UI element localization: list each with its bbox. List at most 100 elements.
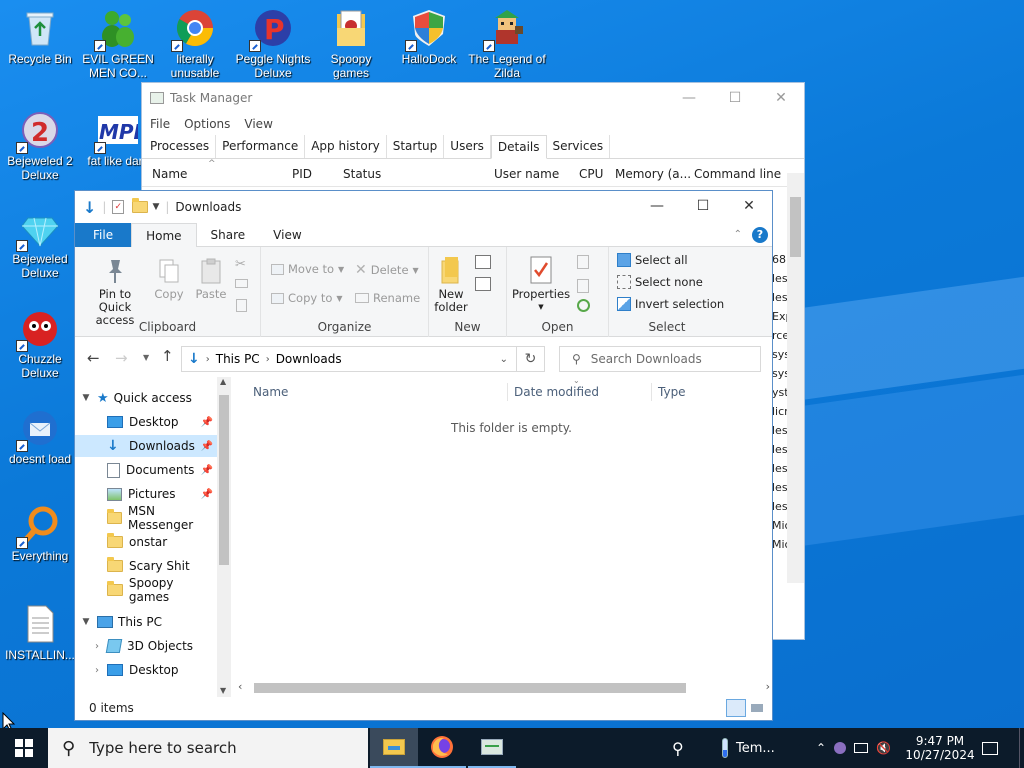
- ribbon-tab-file[interactable]: File: [75, 222, 132, 247]
- copy-button[interactable]: Copy: [151, 257, 187, 301]
- scrollbar-thumb[interactable]: [254, 683, 686, 693]
- desktop-icon-bejeweled-2[interactable]: 2 Bejeweled 2 Deluxe: [0, 110, 80, 182]
- nav-item-scary-shit[interactable]: Scary Shit: [75, 555, 217, 577]
- edit-icon[interactable]: [577, 279, 589, 293]
- taskbar-task-manager[interactable]: [468, 728, 516, 768]
- navigation-pane[interactable]: ▼ ★ Quick access Desktop 📌 ↓ Downloads 📌…: [75, 377, 232, 697]
- desktop-icon-peggle-nights[interactable]: P Peggle Nights Deluxe: [233, 8, 313, 80]
- show-hidden-icons-chevron-icon[interactable]: ⌃: [816, 741, 826, 755]
- tab-processes[interactable]: Processes: [144, 135, 217, 158]
- column-pid[interactable]: PID: [292, 167, 312, 181]
- expand-chevron-icon[interactable]: ▼: [75, 393, 97, 403]
- pin-to-quick-access-button[interactable]: Pin to Quick access: [81, 257, 149, 327]
- horizontal-scrollbar[interactable]: ‹ ›: [236, 680, 772, 695]
- expand-chevron-icon[interactable]: ▼: [75, 617, 97, 627]
- cut-icon[interactable]: ✂: [235, 257, 246, 272]
- desktop-icon-chuzzle[interactable]: Chuzzle Deluxe: [0, 308, 80, 380]
- menu-view[interactable]: View: [244, 117, 272, 131]
- tab-users[interactable]: Users: [444, 135, 491, 158]
- collapse-chevron-icon[interactable]: ›: [75, 665, 107, 676]
- nav-item-spoopy-games[interactable]: Spoopy games: [75, 576, 217, 604]
- desktop-icon-literally-unusable[interactable]: literally unusable: [155, 8, 235, 80]
- nav-item-onstar[interactable]: onstar: [75, 531, 217, 553]
- ribbon-tab-share[interactable]: Share: [197, 223, 260, 247]
- properties-quick-icon[interactable]: ✓: [112, 200, 125, 214]
- rename-button[interactable]: Rename: [355, 291, 420, 305]
- scrollbar-thumb[interactable]: [219, 395, 229, 565]
- scroll-left-arrow-icon[interactable]: ‹: [238, 680, 242, 693]
- recent-locations-icon[interactable]: ▼: [143, 353, 149, 362]
- tab-details[interactable]: Details: [490, 135, 547, 159]
- column-header-date-modified[interactable]: Date modified: [514, 377, 599, 403]
- close-button[interactable]: ✕: [726, 191, 772, 221]
- address-bar[interactable]: ↓ › This PC › Downloads ⌄: [181, 346, 517, 372]
- desktop-icon-legend-of-zilda[interactable]: The Legend of Zilda: [467, 8, 547, 80]
- paste-shortcut-icon[interactable]: [236, 299, 247, 312]
- desktop-icon-everything[interactable]: Everything: [0, 505, 80, 563]
- tab-startup[interactable]: Startup: [387, 135, 445, 158]
- nav-item-pictures[interactable]: Pictures 📌: [75, 483, 217, 505]
- scroll-up-arrow-icon[interactable]: ▲: [220, 377, 226, 386]
- nav-pane-scrollbar[interactable]: ▲ ▼: [217, 377, 231, 697]
- history-icon[interactable]: [577, 299, 590, 312]
- nav-item-pc-desktop[interactable]: › Desktop: [75, 659, 217, 681]
- move-to-button[interactable]: Move to ▼: [271, 262, 344, 276]
- collapse-chevron-icon[interactable]: ›: [75, 641, 107, 652]
- copy-path-icon[interactable]: [235, 279, 248, 288]
- column-header-type[interactable]: Type: [658, 377, 686, 403]
- new-folder-quick-icon[interactable]: [132, 198, 149, 213]
- clock[interactable]: 9:47 PM 10/27/2024: [905, 728, 974, 768]
- desktop-icon-bejeweled[interactable]: Bejeweled Deluxe: [0, 208, 80, 280]
- nav-item-3d-objects[interactable]: › 3D Objects: [75, 635, 217, 657]
- taskbar-search-box[interactable]: ⚲ Type here to search: [48, 728, 368, 768]
- back-arrow-icon[interactable]: ←: [87, 349, 100, 367]
- new-item-icon[interactable]: [475, 255, 491, 269]
- help-icon[interactable]: ?: [752, 226, 768, 243]
- new-folder-button[interactable]: New folder: [433, 255, 471, 314]
- column-memory[interactable]: Memory (a...: [615, 167, 691, 181]
- column-name[interactable]: Name: [152, 167, 187, 181]
- maximize-button[interactable]: ☐: [680, 191, 726, 221]
- network-icon[interactable]: [854, 743, 869, 753]
- notifications-button[interactable]: [982, 728, 998, 768]
- column-header-name[interactable]: Name: [253, 377, 288, 403]
- desktop-icon-spoopy-games[interactable]: Spoopy games: [311, 8, 391, 80]
- desktop-icon-doesnt-load[interactable]: doesnt load: [0, 408, 80, 466]
- maximize-button[interactable]: ☐: [712, 83, 758, 113]
- taskbar-file-explorer[interactable]: [370, 728, 418, 768]
- explorer-titlebar[interactable]: ↓ | ✓ ▼ | Downloads — ☐ ✕: [75, 191, 772, 223]
- weather-widget[interactable]: Tem...: [722, 728, 775, 768]
- nav-item-downloads[interactable]: ↓ Downloads 📌: [75, 435, 217, 457]
- show-desktop-button[interactable]: [1019, 728, 1024, 768]
- ribbon-tab-view[interactable]: View: [259, 223, 315, 247]
- open-icon[interactable]: [577, 255, 589, 269]
- desktop-icon-hallodock[interactable]: HalloDock: [389, 8, 469, 66]
- tab-services[interactable]: Services: [547, 135, 611, 158]
- nav-quick-access[interactable]: ▼ ★ Quick access: [75, 387, 217, 409]
- scroll-down-arrow-icon[interactable]: ▼: [220, 686, 226, 695]
- desktop-icon-installin[interactable]: INSTALLIN...: [0, 604, 80, 662]
- address-dropdown-icon[interactable]: ⌄: [500, 354, 508, 365]
- minimize-button[interactable]: —: [634, 191, 680, 221]
- details-vertical-scrollbar[interactable]: [787, 173, 804, 583]
- large-icons-view-icon[interactable]: [748, 699, 766, 717]
- column-user-name[interactable]: User name: [494, 167, 559, 181]
- people-button[interactable]: ⚲: [672, 728, 684, 768]
- forward-arrow-icon[interactable]: →: [115, 349, 128, 367]
- copy-to-button[interactable]: Copy to ▼: [271, 291, 343, 305]
- tab-app-history[interactable]: App history: [305, 135, 387, 158]
- nav-item-msn-messenger[interactable]: MSN Messenger: [75, 504, 217, 532]
- column-cpu[interactable]: CPU: [579, 167, 603, 181]
- paste-button[interactable]: Paste: [191, 257, 231, 301]
- menu-options[interactable]: Options: [184, 117, 230, 131]
- minimize-button[interactable]: —: [666, 83, 712, 113]
- taskbar-firefox[interactable]: [418, 728, 466, 768]
- customize-quick-access-icon[interactable]: ▼: [152, 202, 159, 212]
- file-list[interactable]: Name Date modified ⌄ Type This folder is…: [232, 376, 772, 697]
- tab-performance[interactable]: Performance: [216, 135, 306, 158]
- select-none-button[interactable]: Select none: [617, 275, 703, 289]
- column-status[interactable]: Status: [343, 167, 381, 181]
- desktop-icon-recycle-bin[interactable]: Recycle Bin: [0, 8, 80, 66]
- ribbon-tab-home[interactable]: Home: [131, 222, 197, 247]
- easy-access-icon[interactable]: [475, 277, 491, 291]
